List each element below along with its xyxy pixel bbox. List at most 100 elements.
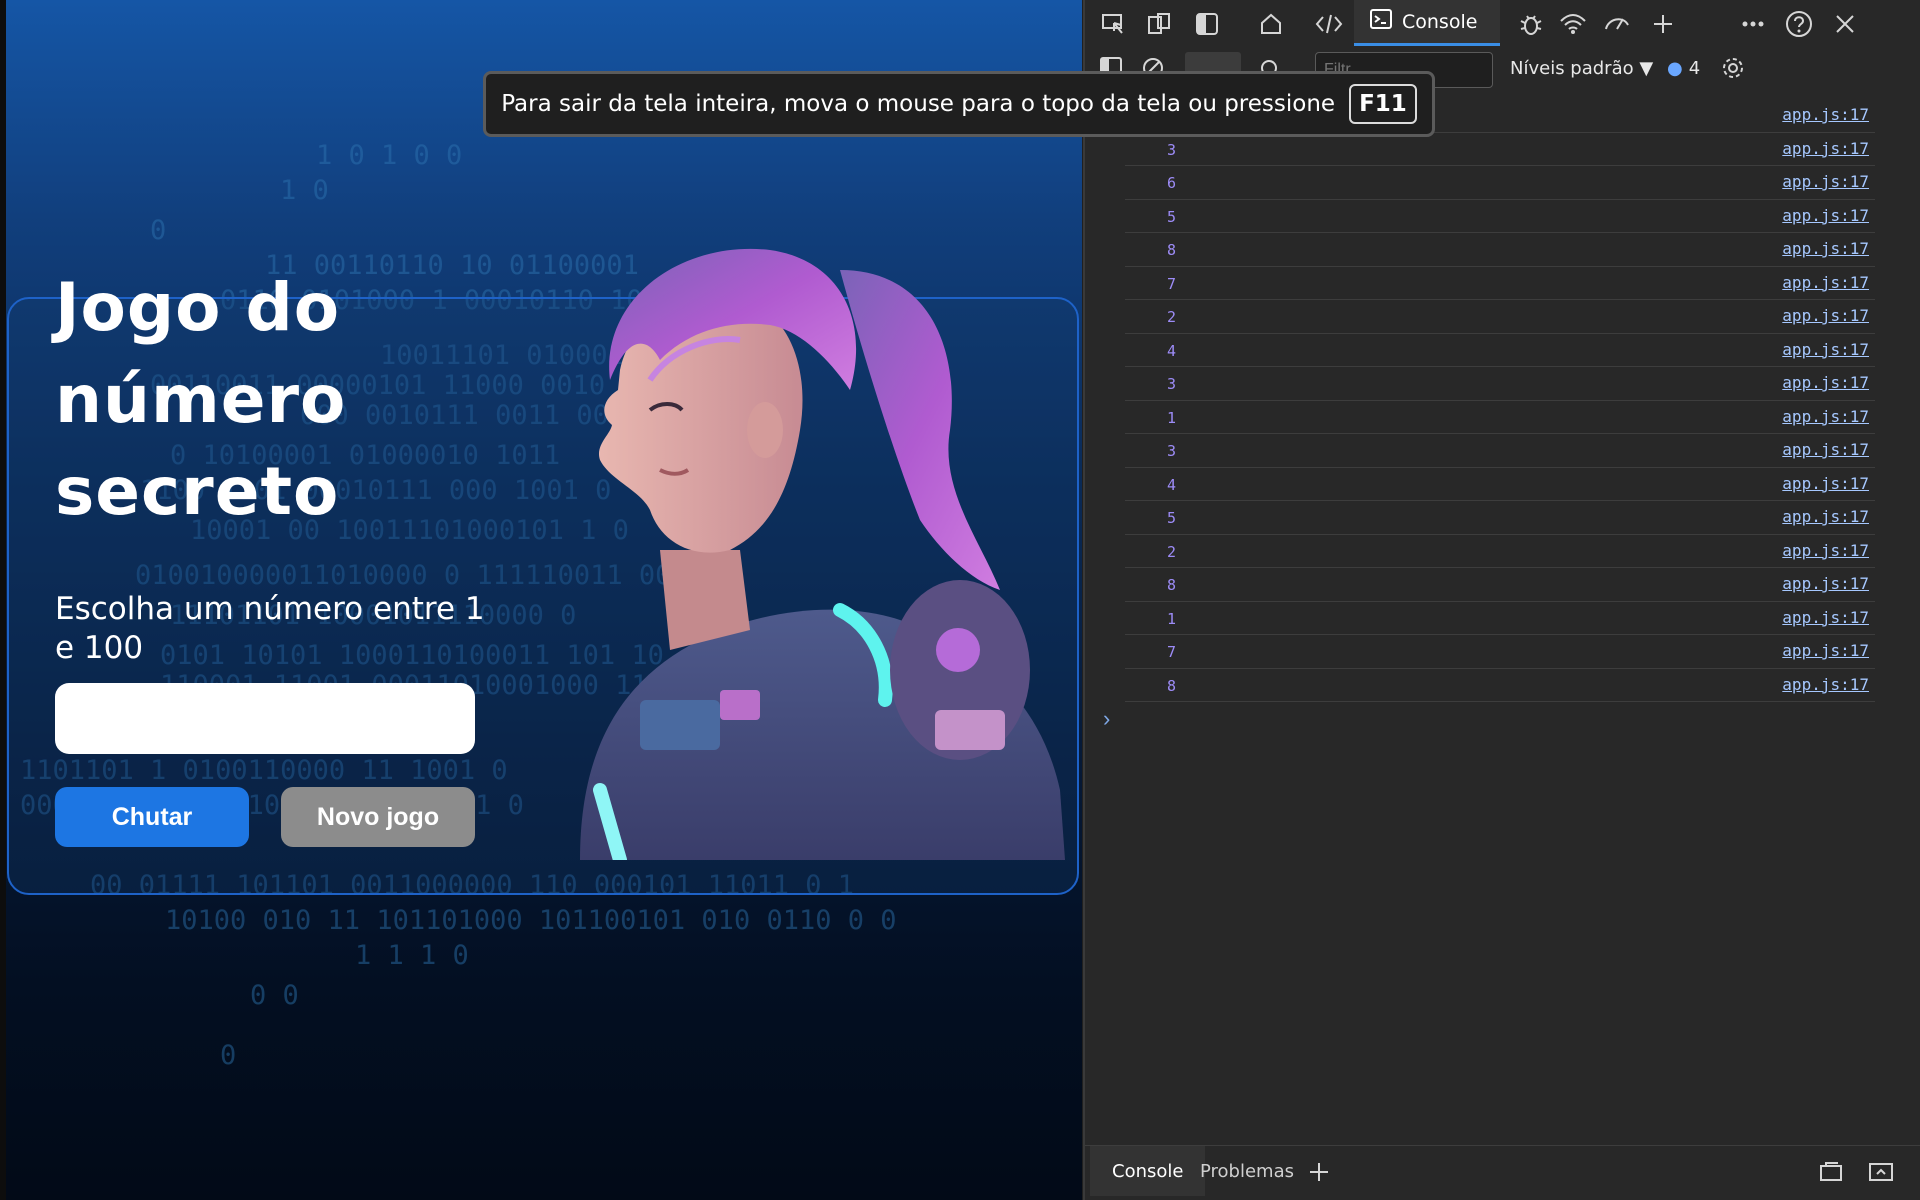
console-log-row: 1 app.js:17 — [1125, 602, 1875, 635]
collapse-drawer-icon[interactable] — [1865, 1156, 1897, 1188]
log-value: 5 — [1167, 207, 1177, 226]
binary-line: 0 — [220, 1040, 237, 1071]
console-log-row: 3 app.js:17 — [1125, 367, 1875, 401]
log-source-link[interactable]: app.js:17 — [1782, 172, 1869, 191]
game-page: 1 0 1 0 01 0 0 11 00110110 10 01100001 0110… — [0, 0, 1082, 1200]
console-log-row: 4 app.js:17 — [1125, 334, 1875, 367]
debug-bug-icon[interactable] — [1515, 8, 1547, 40]
message-count: 4 — [1688, 58, 1701, 79]
more-icon[interactable] — [1737, 8, 1769, 40]
tab-console[interactable]: Console — [1354, 0, 1500, 46]
log-source-link[interactable]: app.js:17 — [1782, 105, 1869, 124]
log-value: 3 — [1167, 442, 1177, 460]
log-value: 8 — [1167, 676, 1177, 695]
binary-line: 10100 010 11 101101000 101100101 010 011… — [165, 905, 897, 936]
log-value: 4 — [1167, 341, 1177, 360]
log-value: 2 — [1167, 308, 1177, 326]
console-log-row: 4 app.js:17 — [1125, 468, 1875, 501]
log-source-link[interactable]: app.js:17 — [1782, 541, 1869, 560]
console-log-row: 2 app.js:17 — [1125, 300, 1875, 334]
binary-line: 1 0 — [280, 175, 329, 206]
console-log-row: 7 app.js:17 — [1125, 635, 1875, 669]
message-count-badge[interactable]: ● 4 — [1667, 58, 1700, 79]
devtools-toolbar: Console — [1085, 0, 1920, 48]
console-icon — [1370, 9, 1392, 34]
console-log-row: 5 app.js:17 — [1125, 501, 1875, 535]
fullscreen-toast: Para sair da tela inteira, mova o mouse … — [483, 71, 1435, 137]
log-value: 3 — [1167, 140, 1177, 159]
toast-key: F11 — [1349, 84, 1417, 124]
console-log-row: 8 app.js:17 — [1125, 233, 1875, 267]
log-source-link[interactable]: app.js:17 — [1782, 306, 1869, 325]
log-value: 8 — [1167, 576, 1177, 594]
dock-drawer-icon[interactable] — [1815, 1156, 1847, 1188]
log-source-link[interactable]: app.js:17 — [1782, 407, 1869, 426]
inspect-icon[interactable] — [1097, 8, 1129, 40]
log-value: 7 — [1167, 643, 1177, 661]
log-value: 8 — [1167, 241, 1177, 259]
log-source-link[interactable]: app.js:17 — [1782, 239, 1869, 258]
instructions-text: Escolha um número entre 1 e 100 — [55, 591, 485, 666]
log-value: 7 — [1167, 274, 1177, 293]
log-levels-dropdown[interactable]: Níveis padrão ▼ — [1510, 58, 1653, 79]
binary-line: 0 — [150, 215, 167, 246]
log-value: 2 — [1167, 542, 1177, 561]
tab-console-label: Console — [1402, 10, 1478, 33]
console-log: app.js:17 3 app.js:17 6 app.js:17 5 app.js:17 8… — [1085, 99, 1920, 702]
log-source-link[interactable]: app.js:17 — [1782, 474, 1869, 493]
console-settings-gear-icon[interactable] — [1717, 52, 1749, 84]
console-log-row: 6 app.js:17 — [1125, 166, 1875, 200]
log-source-link[interactable]: app.js:17 — [1782, 440, 1869, 459]
log-source-link[interactable]: app.js:17 — [1782, 340, 1869, 359]
console-prompt-chevron-icon[interactable]: › — [1103, 706, 1110, 732]
add-tool-icon[interactable] — [1647, 8, 1679, 40]
elements-icon[interactable] — [1313, 8, 1345, 40]
console-log-row: 1 app.js:17 — [1125, 401, 1875, 434]
console-log-row: 5 app.js:17 — [1125, 200, 1875, 233]
devtools-drawer: Console Problemas — [1085, 1145, 1920, 1200]
log-value: 4 — [1167, 475, 1177, 494]
guess-button[interactable]: Chutar — [55, 787, 249, 847]
log-source-link[interactable]: app.js:17 — [1782, 373, 1869, 392]
add-drawer-tab-icon[interactable] — [1303, 1156, 1335, 1188]
new-game-button[interactable]: Novo jogo — [281, 787, 475, 847]
help-icon[interactable] — [1783, 8, 1815, 40]
device-emulation-icon[interactable] — [1143, 8, 1175, 40]
log-value: 3 — [1167, 375, 1177, 393]
log-source-link[interactable]: app.js:17 — [1782, 507, 1869, 526]
chevron-down-icon: ▼ — [1639, 58, 1654, 79]
performance-icon[interactable] — [1601, 8, 1633, 40]
toast-message: Para sair da tela inteira, mova o mouse … — [501, 91, 1336, 117]
page-title: Jogo do número secreto — [55, 269, 347, 530]
log-source-link[interactable]: app.js:17 — [1782, 641, 1869, 660]
log-levels-label: Níveis padrão — [1510, 58, 1634, 79]
log-source-link[interactable]: app.js:17 — [1782, 574, 1869, 593]
console-log-row: 8 app.js:17 — [1125, 669, 1875, 702]
binary-line: 1 1 1 0 — [355, 940, 469, 971]
log-value: 1 — [1167, 609, 1177, 628]
log-source-link[interactable]: app.js:17 — [1782, 139, 1869, 158]
console-log-row: 3 app.js:17 — [1125, 133, 1875, 166]
dock-icon[interactable] — [1191, 8, 1223, 40]
log-source-link[interactable]: app.js:17 — [1782, 273, 1869, 292]
log-source-link[interactable]: app.js:17 — [1782, 608, 1869, 627]
network-wifi-icon[interactable] — [1557, 8, 1589, 40]
message-bubble-icon: ● — [1667, 58, 1683, 79]
guess-input[interactable] — [55, 683, 475, 754]
devtools-panel: Console Filtr Níveis padrão ▼ ● 4 app.js… — [1083, 0, 1920, 1200]
console-log-row: 8 app.js:17 — [1125, 568, 1875, 602]
console-log-row: 7 app.js:17 — [1125, 267, 1875, 300]
log-value: 5 — [1167, 509, 1177, 527]
log-value: 6 — [1167, 174, 1177, 192]
console-log-row: 3 app.js:17 — [1125, 434, 1875, 468]
window-edge — [0, 0, 6, 1200]
welcome-home-icon[interactable] — [1255, 8, 1287, 40]
drawer-tab-problems[interactable]: Problemas — [1178, 1146, 1316, 1196]
binary-line: 0 0 — [250, 980, 299, 1011]
log-value: 1 — [1167, 408, 1177, 427]
log-source-link[interactable]: app.js:17 — [1782, 675, 1869, 694]
console-log-row: 2 app.js:17 — [1125, 535, 1875, 568]
log-source-link[interactable]: app.js:17 — [1782, 206, 1869, 225]
close-icon[interactable] — [1829, 8, 1861, 40]
binary-line: 1 0 1 0 0 — [316, 140, 463, 171]
